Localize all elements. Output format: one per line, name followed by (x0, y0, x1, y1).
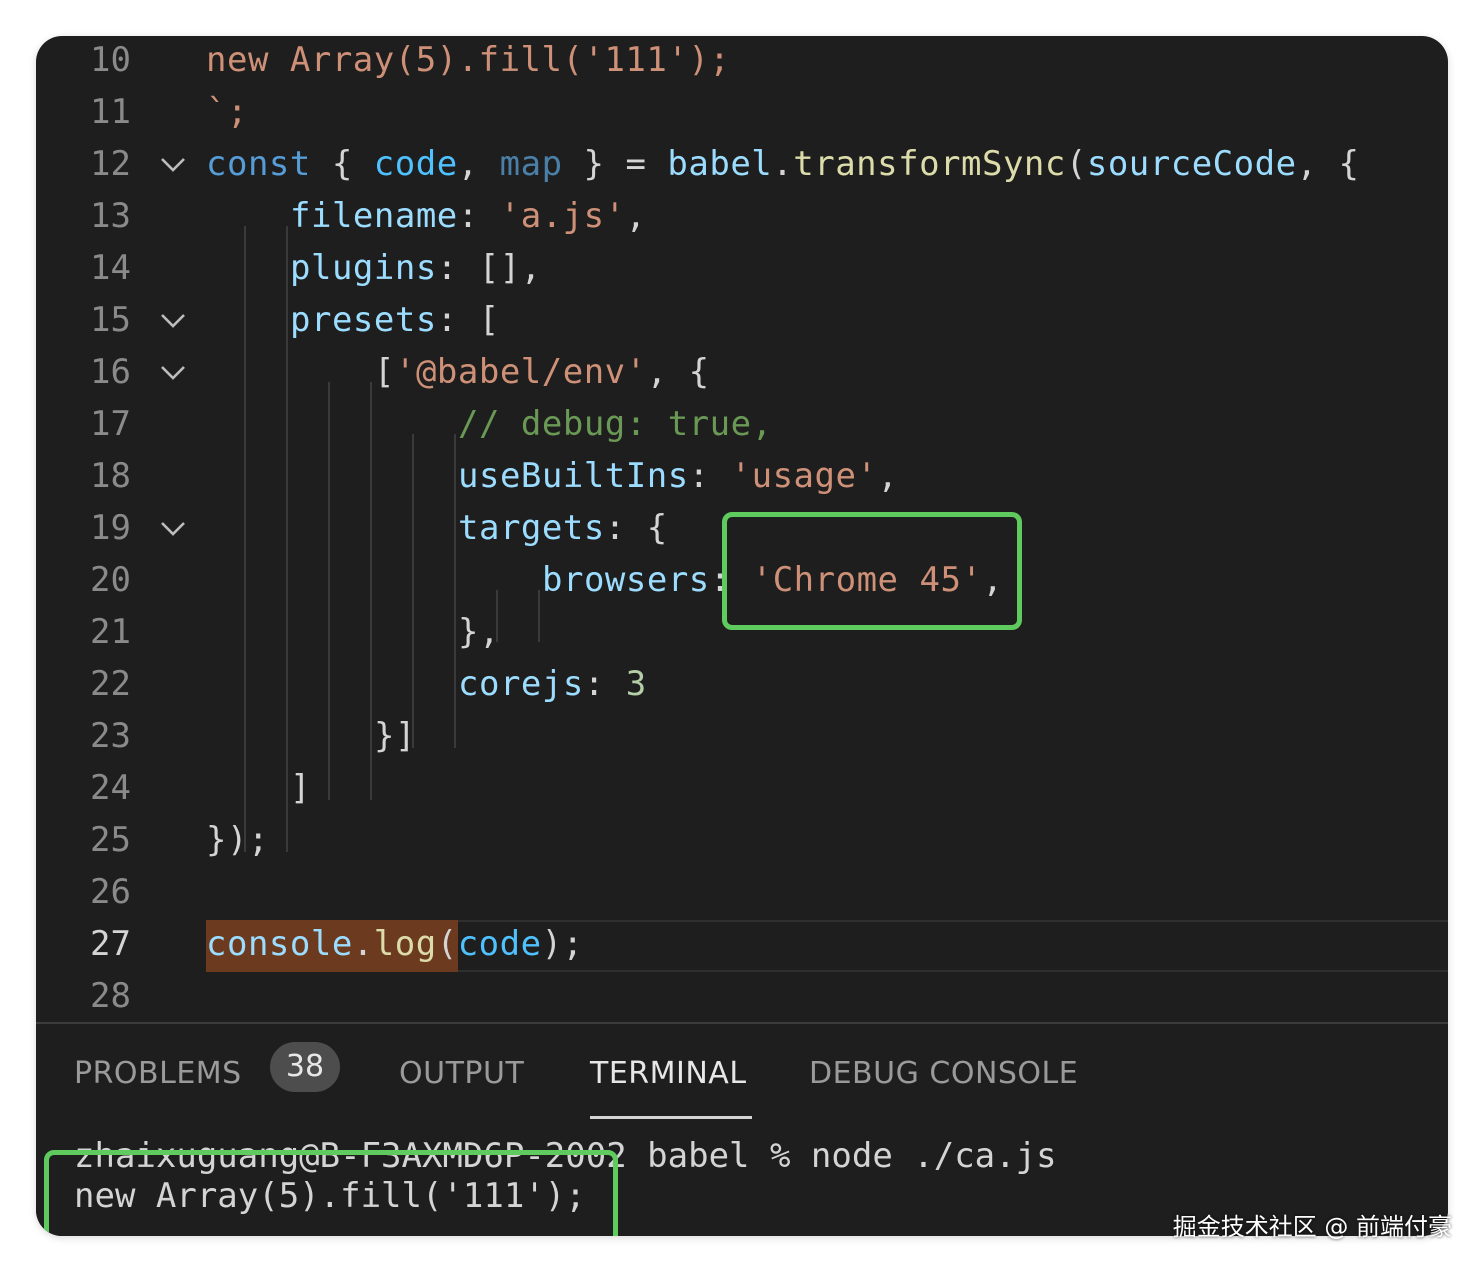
line-number: 16 (90, 352, 131, 392)
line-content: }); (206, 820, 269, 860)
line-number: 19 (90, 508, 131, 548)
code-line[interactable]: 15 presets: [ (36, 294, 1448, 346)
line-content: console.log(code); (206, 924, 584, 964)
line-number: 25 (90, 820, 131, 860)
line-number: 18 (90, 456, 131, 496)
line-number: 24 (90, 768, 131, 808)
tab-output[interactable]: OUTPUT (399, 1044, 524, 1104)
line-content: }] (374, 716, 416, 756)
code-line[interactable]: 13 filename: 'a.js', (36, 190, 1448, 242)
code-line[interactable]: 17 // debug: true, (36, 398, 1448, 450)
chevron-down-icon[interactable] (158, 152, 188, 176)
line-content: `; (206, 92, 248, 132)
line-content: const { code, map } = babel.transformSyn… (206, 144, 1360, 184)
line-content: plugins: [], (290, 248, 542, 288)
line-number: 17 (90, 404, 131, 444)
code-line[interactable]: 23 }] (36, 710, 1448, 762)
line-content: filename: 'a.js', (290, 196, 647, 236)
line-number: 11 (90, 92, 131, 132)
terminal-highlight-box (44, 1150, 618, 1236)
line-content: useBuiltIns: 'usage', (458, 456, 899, 496)
line-number: 12 (90, 144, 131, 184)
tab-debug-console[interactable]: DEBUG CONSOLE (809, 1044, 1078, 1104)
code-line[interactable]: 11 `; (36, 86, 1448, 138)
active-tab-indicator (590, 1116, 752, 1119)
chevron-down-icon[interactable] (158, 360, 188, 384)
line-number: 23 (90, 716, 131, 756)
code-line[interactable]: 24 ] (36, 762, 1448, 814)
line-number: 22 (90, 664, 131, 704)
vscode-window: 10 new Array(5).fill('111'); 11 `; 12 co… (36, 36, 1448, 1236)
bottom-panel: PROBLEMS 38 OUTPUT TERMINAL DEBUG CONSOL… (36, 1022, 1448, 1236)
tab-problems[interactable]: PROBLEMS (74, 1044, 242, 1104)
line-content: // debug: true, (458, 404, 773, 444)
terminal-command: babel % node ./ca.js (626, 1136, 1057, 1176)
code-line[interactable]: 10 new Array(5).fill('111'); (36, 36, 1448, 86)
line-number: 13 (90, 196, 131, 236)
line-number: 28 (90, 976, 131, 1016)
line-number: 10 (90, 40, 131, 80)
code-line[interactable]: 12 const { code, map } = babel.transform… (36, 138, 1448, 190)
code-line[interactable]: 22 corejs: 3 (36, 658, 1448, 710)
line-content: corejs: 3 (458, 664, 647, 704)
code-line[interactable]: 26 (36, 866, 1448, 918)
code-editor[interactable]: 10 new Array(5).fill('111'); 11 `; 12 co… (36, 36, 1448, 1022)
line-number: 21 (90, 612, 131, 652)
line-number: 15 (90, 300, 131, 340)
line-content: presets: [ (290, 300, 500, 340)
line-content: }, (458, 612, 500, 652)
line-number: 27 (90, 924, 131, 964)
code-line[interactable]: 14 plugins: [], (36, 242, 1448, 294)
code-line[interactable]: 28 (36, 970, 1448, 1022)
line-content: new Array(5).fill('111'); (206, 40, 731, 80)
code-line[interactable]: 25 }); (36, 814, 1448, 866)
line-number: 20 (90, 560, 131, 600)
watermark: 掘金技术社区 @ 前端付豪 (1172, 1213, 1452, 1241)
line-content: ] (290, 768, 311, 808)
line-number: 14 (90, 248, 131, 288)
problems-count-badge: 38 (270, 1042, 340, 1092)
line-content: targets: { (458, 508, 668, 548)
code-line[interactable]: 18 useBuiltIns: 'usage', (36, 450, 1448, 502)
annotation-highlight-box (722, 512, 1022, 630)
code-line-current[interactable]: 27 console.log(code); (36, 918, 1448, 970)
chevron-down-icon[interactable] (158, 308, 188, 332)
tab-terminal[interactable]: TERMINAL (590, 1044, 747, 1104)
line-content: ['@babel/env', { (374, 352, 710, 392)
code-line[interactable]: 16 ['@babel/env', { (36, 346, 1448, 398)
chevron-down-icon[interactable] (158, 516, 188, 540)
line-number: 26 (90, 872, 131, 912)
